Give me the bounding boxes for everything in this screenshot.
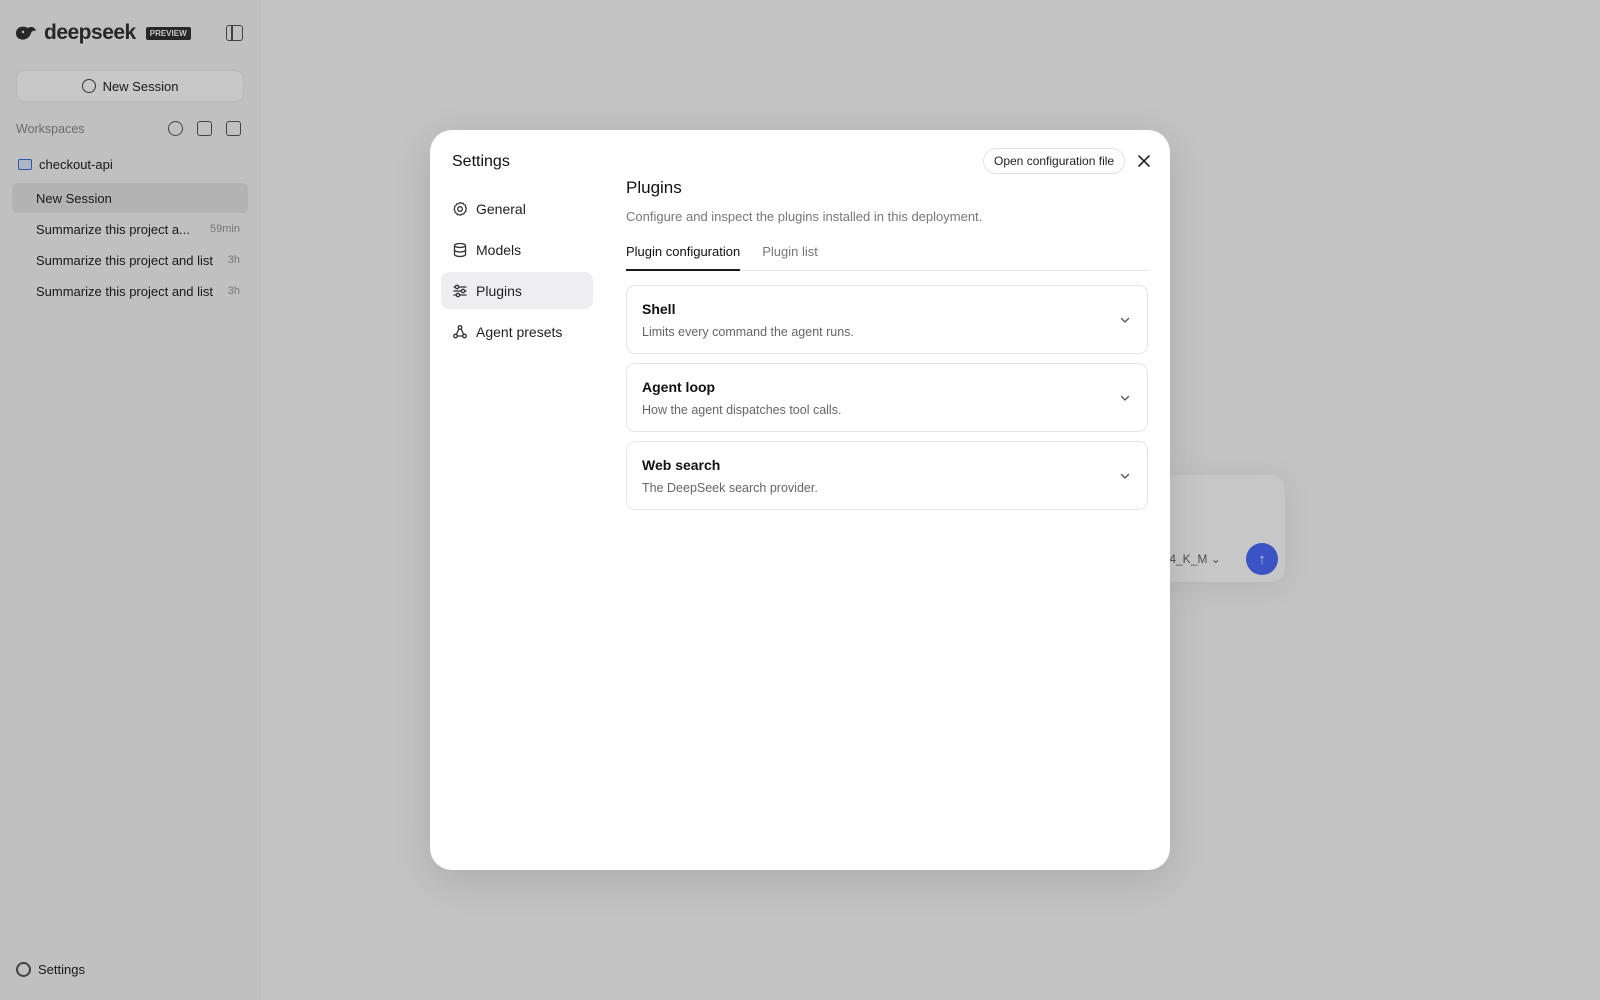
modal-title: Settings (452, 153, 510, 170)
nav-item-plugins[interactable]: Plugins (441, 272, 593, 309)
chevron-down-icon (1120, 395, 1130, 401)
plugin-description: How the agent dispatches tool calls. (642, 403, 842, 417)
plugin-card-shell[interactable]: Shell Limits every command the agent run… (626, 285, 1148, 354)
nav-item-general[interactable]: General (441, 190, 593, 227)
chevron-down-icon (1120, 317, 1130, 323)
plugin-description: The DeepSeek search provider. (642, 481, 818, 495)
nav-item-label: General (476, 200, 526, 217)
plugin-tabs: Plugin configuration Plugin list (626, 238, 1148, 271)
plugin-name: Web search (642, 457, 721, 473)
open-config-file-button[interactable]: Open configuration file (983, 148, 1126, 174)
sliders-icon (453, 284, 467, 297)
settings-modal: Settings Open configuration file General… (430, 130, 1170, 870)
plugin-card-web-search[interactable]: Web search The DeepSeek search provider. (626, 441, 1148, 510)
presets-icon (453, 324, 467, 338)
section-description: Configure and inspect the plugins instal… (626, 209, 983, 224)
nav-item-label: Plugins (476, 282, 522, 299)
tab-plugin-list[interactable]: Plugin list (762, 238, 818, 270)
nav-item-models[interactable]: Models (441, 231, 593, 268)
nav-item-label: Models (476, 241, 522, 258)
gear-icon (453, 201, 468, 216)
plugin-cards: Shell Limits every command the agent run… (626, 285, 1148, 519)
database-icon (453, 242, 467, 257)
plugins-panel: Plugins Configure and inspect the plugin… (626, 178, 1148, 510)
plugin-description: Limits every command the agent runs. (642, 325, 854, 339)
chevron-down-icon (1120, 473, 1130, 479)
plugin-name: Agent loop (642, 379, 716, 395)
section-title: Plugins (626, 178, 682, 197)
plugin-card-agent-loop[interactable]: Agent loop How the agent dispatches tool… (626, 363, 1148, 432)
nav-item-agent-presets[interactable]: Agent presets (441, 313, 593, 350)
tab-plugin-configuration[interactable]: Plugin configuration (626, 238, 741, 271)
settings-nav: General Models Plugins Agent presets (441, 190, 593, 354)
plugin-name: Shell (642, 301, 676, 317)
close-icon[interactable] (1135, 152, 1153, 170)
nav-item-label: Agent presets (476, 323, 563, 340)
